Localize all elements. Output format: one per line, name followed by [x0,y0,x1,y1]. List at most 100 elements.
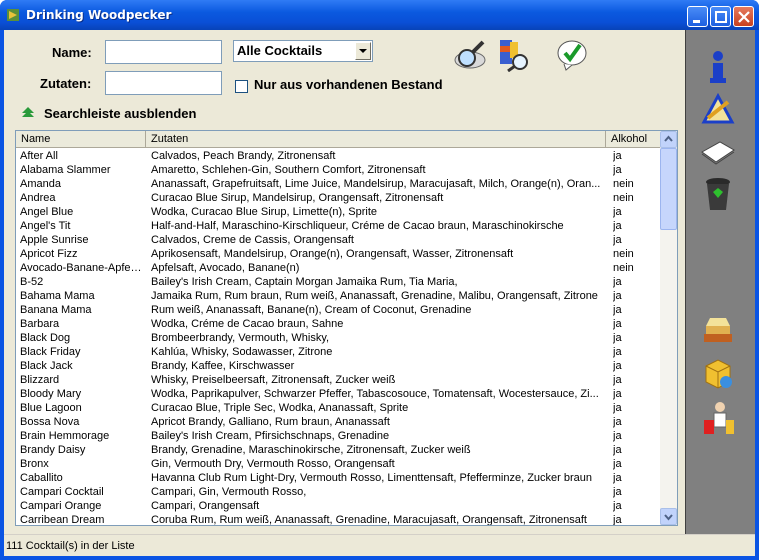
cell-name: Bronx [20,458,49,470]
cell-ingredients: Rum weiß, Ananassaft, Banane(n), Cream o… [151,304,472,316]
cell-name: Avocado-Banane-Apfel... [20,262,142,274]
cell-ingredients: Wodka, Curacao Blue Sirup, Limette(n), S… [151,206,378,218]
cocktail-list[interactable]: Name Zutaten Alkohol After All Calvados, … [15,130,678,526]
chevron-down-icon[interactable] [355,42,371,60]
table-row[interactable]: Black Dog Brombeerbrandy, Vermouth, Whisk… [16,331,661,345]
table-row[interactable]: Campari Cocktail Campari, Gin, Vermouth R… [16,485,661,499]
client-area: Name: Alle Cocktails Zutaten: Nur aus vo… [4,30,755,556]
table-row[interactable]: Angel Blue Wodka, Curacao Blue Sirup, Lim… [16,205,661,219]
collapse-arrow-icon[interactable] [21,107,35,119]
cell-alcohol: ja [613,276,622,288]
cell-alcohol: ja [613,332,622,344]
cell-alcohol: ja [613,402,622,414]
table-row[interactable]: Brandy Daisy Brandy, Grenadine, Maraschin… [16,443,661,457]
column-header-alcohol[interactable]: Alkohol [606,131,661,148]
table-row[interactable]: Banana Mama Rum weiß, Ananassaft, Banane(… [16,303,661,317]
cell-alcohol: nein [613,248,634,260]
cell-alcohol: ja [613,500,622,512]
cell-ingredients: Wodka, Paprikapulver, Schwarzer Pfeffer,… [151,388,599,400]
cell-alcohol: ja [613,374,622,386]
table-row[interactable]: Apple Sunrise Calvados, Creme de Cassis, … [16,233,661,247]
scroll-down-button[interactable] [660,508,677,525]
table-row[interactable]: Angel's Tit Half-and-Half, Maraschino-Kir… [16,219,661,233]
table-row[interactable]: Andrea Curacao Blue Sirup, Mandelsirup, O… [16,191,661,205]
column-header-name[interactable]: Name [16,131,146,148]
cell-name: Blue Lagoon [20,402,82,414]
cell-alcohol: ja [613,388,622,400]
table-row[interactable]: Blue Lagoon Curacao Blue, Triple Sec, Wod… [16,401,661,415]
info-icon[interactable] [698,50,738,86]
cell-name: Andrea [20,192,56,204]
category-select[interactable]: Alle Cocktails [233,40,373,62]
cell-alcohol: ja [613,360,622,372]
table-row[interactable]: B-52 Bailey's Irish Cream, Captain Morgan… [16,275,661,289]
table-row[interactable]: Alabama Slammer Amaretto, Schlehen-Gin, S… [16,163,661,177]
maximize-button[interactable] [710,6,731,27]
cell-ingredients: Calvados, Creme de Cassis, Orangensaft [151,234,354,246]
table-row[interactable]: Apricot Fizz Aprikosensaft, Mandelsirup, … [16,247,661,261]
collapse-search-link[interactable]: Searchleiste ausblenden [44,106,196,121]
table-row[interactable]: Bahama Mama Jamaika Rum, Rum braun, Rum w… [16,289,661,303]
table-row[interactable]: Barbara Wodka, Créme de Cacao braun, Sahn… [16,317,661,331]
cell-ingredients: Campari, Orangensaft [151,500,260,512]
cell-alcohol: ja [613,458,622,470]
table-row[interactable]: Brain Hemmorage Bailey's Irish Cream, Pfi… [16,429,661,443]
cell-ingredients: Brandy, Kaffee, Kirschwasser [151,360,295,372]
cell-ingredients: Havanna Club Rum Light-Dry, Vermouth Ros… [151,472,593,484]
search-magnifier-icon[interactable] [453,38,489,72]
cell-alcohol: ja [613,416,622,428]
cell-alcohol: ja [613,304,622,316]
table-row[interactable]: After All Calvados, Peach Brandy, Zitrone… [16,149,661,163]
scroll-up-button[interactable] [660,131,677,148]
cell-alcohol: ja [613,164,622,176]
table-row[interactable]: Carribean Dream Coruba Rum, Rum weiß, Ana… [16,513,661,526]
edit-icon[interactable] [698,92,738,128]
trash-icon[interactable] [698,176,738,212]
table-row[interactable]: Avocado-Banane-Apfel... Apfelsaft, Avocad… [16,261,661,275]
name-input[interactable] [105,40,222,64]
table-row[interactable]: Blizzard Whisky, Preiselbeersaft, Zitrone… [16,373,661,387]
title-bar[interactable]: Drinking Woodpecker [0,0,759,30]
recipe-book-icon[interactable] [698,314,738,350]
table-row[interactable]: Black Friday Kahlúa, Whisky, Sodawasser, … [16,345,661,359]
close-button[interactable] [733,6,754,27]
cell-ingredients: Curacao Blue, Triple Sec, Wodka, Ananass… [151,402,409,414]
table-row[interactable]: Campari Orange Campari, Orangensaft ja [16,499,661,513]
confirm-check-icon[interactable] [556,38,590,72]
cell-name: Carribean Dream [20,514,105,526]
stock-only-checkbox[interactable] [235,80,248,93]
table-row[interactable]: Caballito Havanna Club Rum Light-Dry, Ver… [16,471,661,485]
scroll-thumb[interactable] [660,148,677,230]
cell-ingredients: Aprikosensaft, Mandelsirup, Orange(n), O… [151,248,514,260]
table-body: After All Calvados, Peach Brandy, Zitrone… [16,149,661,526]
cell-alcohol: ja [613,514,622,526]
cell-name: Black Dog [20,332,71,344]
cell-ingredients: Campari, Gin, Vermouth Rosso, [151,486,307,498]
cell-name: Bloody Mary [20,388,82,400]
table-row[interactable]: Bossa Nova Apricot Brandy, Galliano, Rum … [16,415,661,429]
table-row[interactable]: Bloody Mary Wodka, Paprikapulver, Schwarz… [16,387,661,401]
name-label: Name: [52,45,92,60]
column-header-ingredients[interactable]: Zutaten [146,131,606,148]
table-row[interactable]: Black Jack Brandy, Kaffee, Kirschwasser ja [16,359,661,373]
cell-alcohol: ja [613,444,622,456]
stock-icon[interactable] [698,356,738,392]
cell-ingredients: Ananassaft, Grapefruitsaft, Lime Juice, … [151,178,601,190]
cell-ingredients: Bailey's Irish Cream, Pfirsichschnaps, G… [151,430,390,442]
notes-icon[interactable] [698,134,738,170]
vertical-scrollbar[interactable] [660,131,677,525]
cell-ingredients: Bailey's Irish Cream, Captain Morgan Jam… [151,276,458,288]
ingredient-search-icon[interactable] [496,38,532,72]
table-row[interactable]: Amanda Ananassaft, Grapefruitsaft, Lime J… [16,177,661,191]
cell-name: Apricot Fizz [20,248,78,260]
cell-ingredients: Brombeerbrandy, Vermouth, Whisky, [151,332,330,344]
minimize-button[interactable] [687,6,708,27]
cell-ingredients: Apricot Brandy, Galliano, Rum braun, Ana… [151,416,390,428]
cell-ingredients: Gin, Vermouth Dry, Vermouth Rosso, Orang… [151,458,395,470]
ingredients-input[interactable] [105,71,222,95]
barkeeper-icon[interactable] [698,400,738,436]
table-row[interactable]: Bronx Gin, Vermouth Dry, Vermouth Rosso, … [16,457,661,471]
cell-name: Brandy Daisy [20,444,86,456]
cell-name: Apple Sunrise [20,234,89,246]
window-title: Drinking Woodpecker [26,8,172,22]
